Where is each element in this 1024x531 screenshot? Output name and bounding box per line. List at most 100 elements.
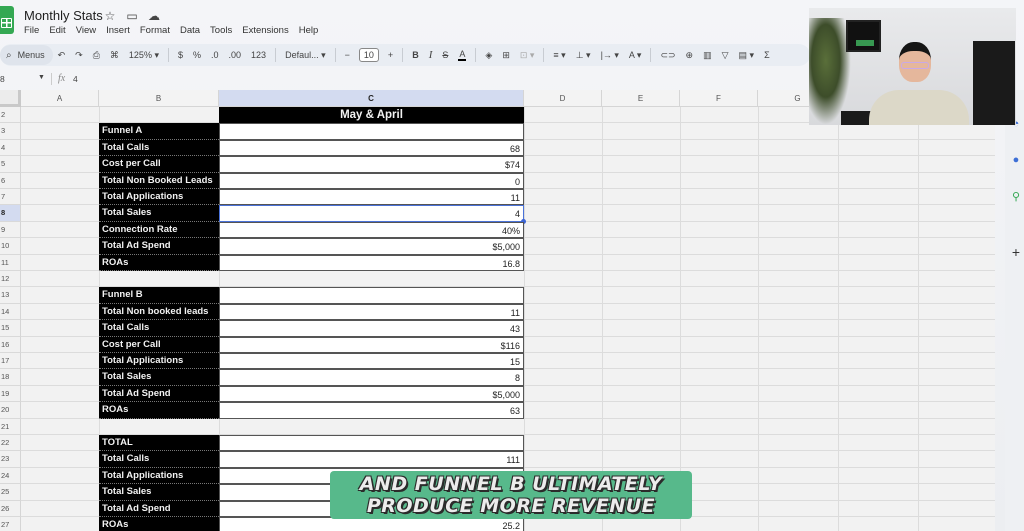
row-header-6[interactable]: 6 bbox=[0, 172, 21, 189]
maps-icon[interactable]: ⚲ bbox=[1010, 190, 1022, 203]
row-header-12[interactable]: 12 bbox=[0, 271, 21, 288]
row-header-13[interactable]: 13 bbox=[0, 287, 21, 304]
increase-decimal-button[interactable]: .00 bbox=[229, 50, 242, 60]
metric-value[interactable]: $116 bbox=[219, 336, 524, 353]
font-size-input[interactable]: 10 bbox=[358, 48, 379, 62]
metric-value[interactable]: $5,000 bbox=[219, 385, 524, 403]
italic-button[interactable]: I bbox=[429, 49, 433, 61]
column-header-f[interactable]: F bbox=[680, 90, 758, 107]
increase-font-size-icon[interactable]: + bbox=[388, 50, 393, 60]
chevron-down-icon[interactable]: ▼ bbox=[38, 74, 45, 81]
strikethrough-icon[interactable]: S bbox=[442, 50, 448, 60]
menu-data[interactable]: Data bbox=[180, 25, 200, 36]
filter-views-icon[interactable]: ▤ ▾ bbox=[739, 50, 755, 61]
menu-view[interactable]: View bbox=[76, 25, 96, 36]
row-header-8[interactable]: 8 bbox=[0, 205, 21, 222]
column-header-d[interactable]: D bbox=[524, 90, 602, 107]
menu-extensions[interactable]: Extensions bbox=[242, 25, 288, 36]
metric-label[interactable]: Total Ad Spend bbox=[99, 385, 219, 403]
row-header-16[interactable]: 16 bbox=[0, 336, 21, 353]
formula-input[interactable]: 4 bbox=[73, 74, 78, 84]
row-header-11[interactable]: 11 bbox=[0, 254, 21, 271]
spreadsheet-grid[interactable]: A B C D E F G 2 3 4 5 6 7 8 9 10 11 12 13 14 15 16 17 18… bbox=[0, 90, 995, 531]
filter-icon[interactable]: ▽ bbox=[722, 50, 729, 61]
move-to-folder-icon[interactable]: ▭ bbox=[125, 9, 139, 23]
metric-label[interactable]: Total Calls bbox=[99, 451, 219, 468]
decrease-font-size-icon[interactable]: − bbox=[345, 50, 350, 60]
row-header-3[interactable]: 3 bbox=[0, 123, 21, 140]
metric-label[interactable]: Total Sales bbox=[99, 205, 219, 222]
total-title[interactable]: TOTAL bbox=[99, 435, 219, 452]
star-icon[interactable]: ☆ bbox=[103, 9, 117, 23]
metric-label[interactable]: Total Calls bbox=[99, 139, 219, 157]
metric-value[interactable]: 111 bbox=[219, 451, 524, 468]
menu-format[interactable]: Format bbox=[140, 25, 170, 36]
currency-format-button[interactable]: $ bbox=[178, 50, 183, 60]
metric-value[interactable]: 25.2 bbox=[219, 517, 524, 531]
metric-value[interactable]: 63 bbox=[219, 402, 524, 419]
horizontal-align-icon[interactable]: ≡ ▾ bbox=[553, 50, 565, 61]
metric-label[interactable]: Total Sales bbox=[99, 484, 219, 501]
metric-label[interactable]: ROAs bbox=[99, 402, 219, 419]
menu-tools[interactable]: Tools bbox=[210, 25, 232, 36]
row-header-19[interactable]: 19 bbox=[0, 385, 21, 403]
text-color-button[interactable]: A bbox=[458, 49, 467, 61]
metric-label[interactable]: Total Calls bbox=[99, 320, 219, 337]
row-header-21[interactable]: 21 bbox=[0, 418, 21, 435]
insert-link-icon[interactable]: ⊂⊃ bbox=[660, 50, 675, 61]
column-header-c[interactable]: C bbox=[219, 90, 524, 107]
row-header-27[interactable]: 27 bbox=[0, 517, 21, 531]
menu-insert[interactable]: Insert bbox=[106, 25, 130, 36]
contacts-icon[interactable]: ● bbox=[1010, 154, 1022, 166]
add-icon[interactable]: + bbox=[1010, 244, 1022, 260]
column-header-a[interactable]: A bbox=[21, 90, 99, 107]
cloud-saved-icon[interactable]: ☁ bbox=[147, 9, 161, 23]
undo-icon[interactable]: ↶ bbox=[58, 50, 66, 61]
row-header-22[interactable]: 22 bbox=[0, 435, 21, 452]
document-title[interactable]: Monthly Stats bbox=[24, 8, 103, 23]
select-all-corner[interactable] bbox=[0, 90, 21, 107]
metric-label[interactable]: Cost per Call bbox=[99, 336, 219, 353]
metric-value[interactable]: 68 bbox=[219, 139, 524, 157]
row-header-4[interactable]: 4 bbox=[0, 139, 21, 157]
row-header-24[interactable]: 24 bbox=[0, 467, 21, 485]
column-header-b[interactable]: B bbox=[99, 90, 219, 107]
metric-value[interactable]: 0 bbox=[219, 172, 524, 189]
metric-label[interactable]: ROAs bbox=[99, 254, 219, 271]
metric-value[interactable]: 11 bbox=[219, 303, 524, 321]
sheets-logo-icon[interactable] bbox=[0, 6, 14, 34]
value-cell[interactable] bbox=[219, 287, 524, 304]
row-header-2[interactable]: 2 bbox=[0, 107, 21, 124]
funnel-a-title[interactable]: Funnel A bbox=[99, 123, 219, 140]
borders-icon[interactable]: ⊞ bbox=[502, 50, 510, 61]
value-cell[interactable] bbox=[219, 435, 524, 452]
functions-icon[interactable]: Σ bbox=[764, 50, 770, 60]
metric-label[interactable]: Total Ad Spend bbox=[99, 238, 219, 255]
metric-value[interactable]: 43 bbox=[219, 320, 524, 337]
metric-label[interactable]: Total Applications bbox=[99, 467, 219, 485]
insert-comment-icon[interactable]: ⊕ bbox=[686, 50, 694, 61]
metric-value[interactable]: $74 bbox=[219, 156, 524, 173]
search-menus-button[interactable]: ⌕ Menus bbox=[0, 45, 53, 65]
decrease-decimal-button[interactable]: .0 bbox=[211, 50, 219, 60]
number-format-button[interactable]: 123 bbox=[251, 50, 266, 60]
row-header-25[interactable]: 25 bbox=[0, 484, 21, 501]
percent-format-button[interactable]: % bbox=[193, 50, 201, 60]
paint-format-icon[interactable]: ⌘ bbox=[110, 50, 119, 61]
name-box[interactable]: 8 bbox=[0, 74, 5, 84]
row-header-20[interactable]: 20 bbox=[0, 402, 21, 419]
metric-label[interactable]: ROAs bbox=[99, 517, 219, 531]
metric-label[interactable]: Total Non booked leads bbox=[99, 303, 219, 321]
metric-value[interactable]: 40% bbox=[219, 221, 524, 239]
metric-label[interactable]: Total Applications bbox=[99, 189, 219, 206]
metric-label[interactable]: Cost per Call bbox=[99, 156, 219, 173]
metric-label[interactable]: Total Sales bbox=[99, 369, 219, 386]
redo-icon[interactable]: ↷ bbox=[75, 50, 83, 61]
row-header-15[interactable]: 15 bbox=[0, 320, 21, 337]
column-header-e[interactable]: E bbox=[602, 90, 680, 107]
menu-help[interactable]: Help bbox=[299, 25, 319, 36]
menu-edit[interactable]: Edit bbox=[49, 25, 65, 36]
text-rotation-icon[interactable]: A ▾ bbox=[629, 50, 642, 61]
metric-value[interactable]: 15 bbox=[219, 353, 524, 370]
row-header-26[interactable]: 26 bbox=[0, 500, 21, 517]
